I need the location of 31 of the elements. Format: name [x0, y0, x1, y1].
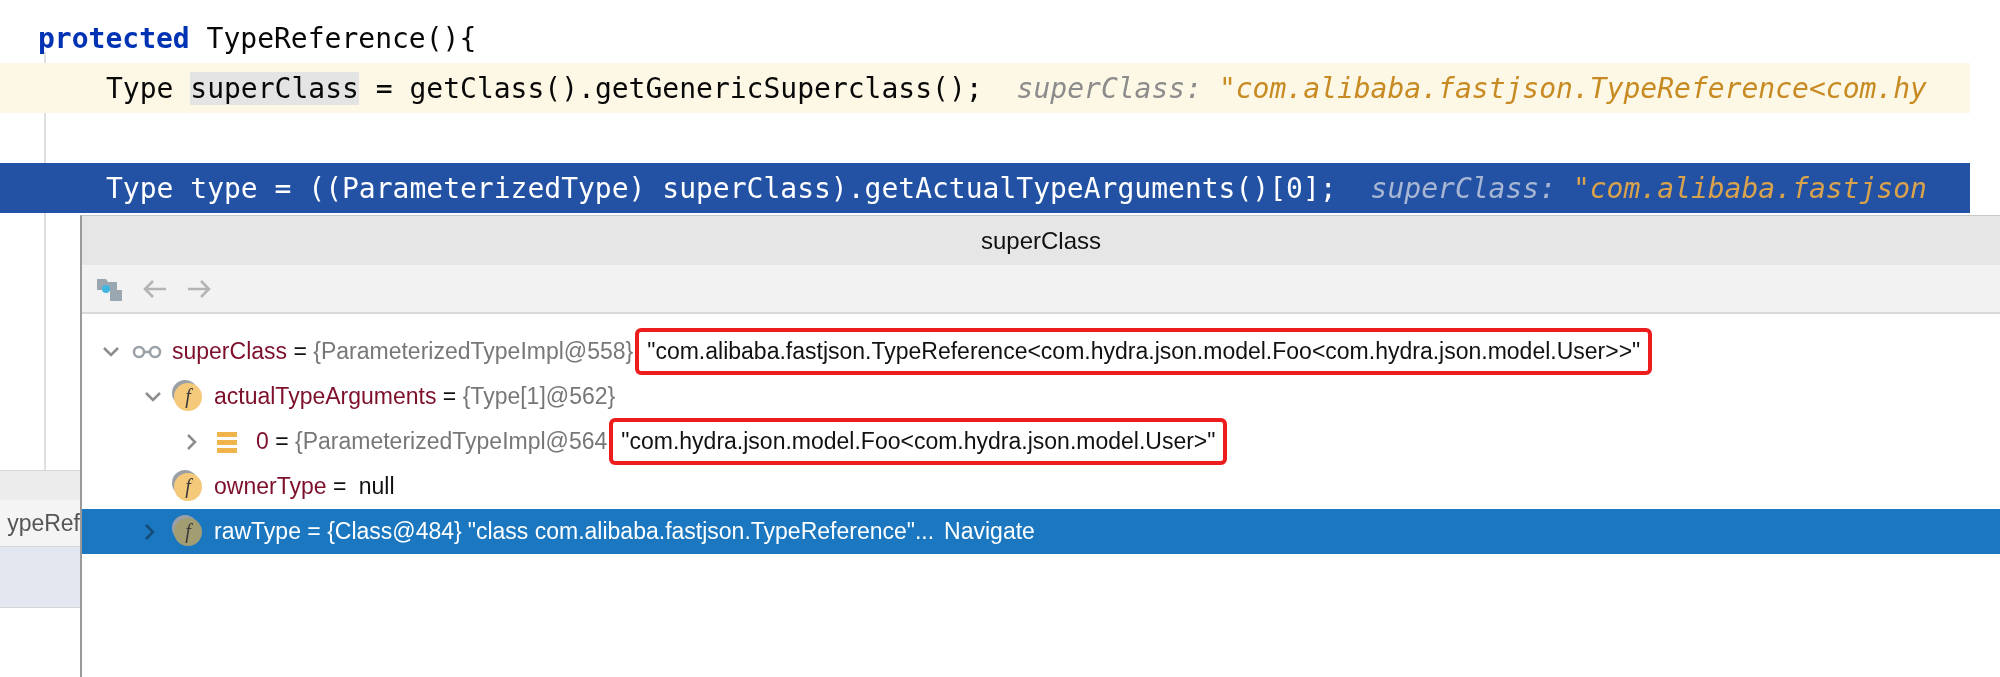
- glasses-icon: [132, 344, 162, 359]
- inline-debug-value: superClass: "com.alibaba.fastjson.TypeReference<com.hy: [1016, 71, 1927, 105]
- variable-value: null: [358, 473, 395, 500]
- navigate-link[interactable]: Navigate: [944, 518, 1035, 545]
- selected-tree-row[interactable]: f rawType = {Class@484} "class com.alibaba.fastjson.TypeReference"... Navigate: [82, 509, 2000, 554]
- variable-entry: rawType = {Class@484}: [214, 518, 462, 545]
- variable-entry: ownerType =: [214, 473, 348, 500]
- inline-debug-value: superClass: "com.alibaba.fastjson: [1370, 171, 1927, 205]
- variable-entry: superClass = {ParameterizedTypeImpl@558}: [172, 338, 634, 365]
- chevron-down-icon[interactable]: [102, 345, 120, 358]
- list-icon: [216, 430, 238, 453]
- code-line: Type superClass = getClass().getGenericSuperclass();: [106, 71, 983, 105]
- editor-tab[interactable]: ypeRef: [0, 500, 80, 546]
- field-icon: f: [174, 517, 202, 546]
- field-icon: f: [174, 472, 202, 501]
- variable-entry: 0 = {ParameterizedTypeImpl@564: [256, 428, 608, 455]
- chevron-right-icon[interactable]: [186, 432, 198, 451]
- highlighted-value: "com.alibaba.fastjson.TypeReference<com.hydra.json.model.Foo<com.hydra.json.model.User>>": [635, 328, 1653, 375]
- popup-title: superClass: [980, 226, 1101, 255]
- highlighted-value: "com.hydra.json.model.Foo<com.hydra.json.model.User>": [609, 418, 1228, 465]
- variable-value: "class com.alibaba.fastjson.TypeReference"...: [467, 518, 935, 545]
- chevron-right-icon[interactable]: [144, 522, 156, 541]
- code-line: protected TypeReference(){: [38, 21, 477, 55]
- tree-row[interactable]: f actualTypeArguments = {Type[1]@562}: [82, 374, 2000, 419]
- tree-row[interactable]: superClass = {ParameterizedTypeImpl@558} "com.alibaba.fastjson.TypeReference<com.hydra.json.model.Foo<com.hydra.json.model.User>>": [82, 329, 2000, 374]
- tree-row[interactable]: f ownerType = null: [82, 464, 2000, 509]
- variable-entry: actualTypeArguments = {Type[1]@562}: [214, 383, 616, 410]
- chevron-down-icon[interactable]: [144, 390, 162, 403]
- code-line: Type type = ((ParameterizedType) superClass).getActualTypeArguments()[0];: [106, 171, 1337, 205]
- tree-row[interactable]: 0 = {ParameterizedTypeImpl@564 "com.hydra.json.model.Foo<com.hydra.json.model.User>": [82, 419, 2000, 464]
- field-icon: f: [174, 382, 202, 411]
